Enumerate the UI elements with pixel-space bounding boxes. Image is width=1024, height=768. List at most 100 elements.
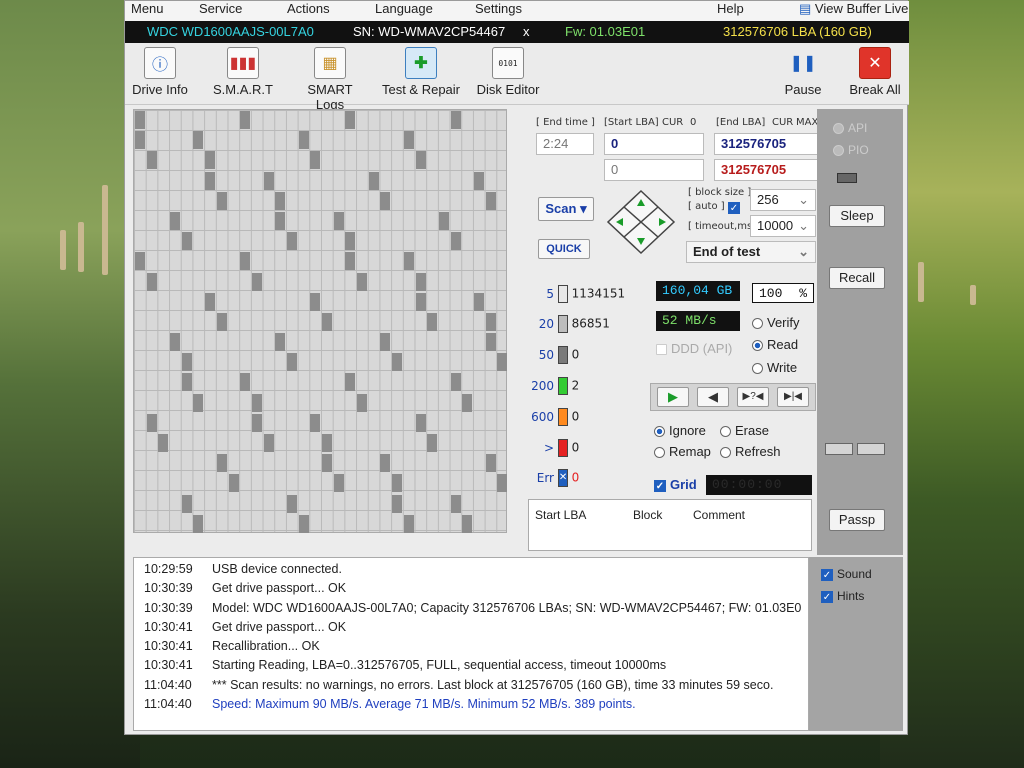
vineyard-post: [102, 185, 108, 275]
scan-map-block: [415, 292, 426, 311]
vineyard-post: [970, 285, 976, 305]
binary-editor-icon: 0101: [492, 47, 524, 79]
ddd-api-checkbox[interactable]: DDD (API): [656, 341, 732, 356]
log-options-panel: ✓ Sound ✓ Hints: [809, 557, 903, 731]
ignore-radio[interactable]: Ignore: [654, 423, 706, 438]
scan-map-block: [438, 211, 449, 230]
scan-map-block: [345, 232, 356, 251]
recall-button[interactable]: Recall: [829, 267, 885, 289]
start-lba-field-2[interactable]: 0: [604, 159, 704, 181]
scan-map-block: [205, 171, 216, 190]
chevron-down-icon: ▾: [576, 201, 587, 216]
error-icon: ✕: [557, 469, 568, 487]
scan-map-block: [345, 252, 356, 271]
start-lba-field[interactable]: 0: [604, 133, 704, 155]
end-time-field[interactable]: 2:24: [536, 133, 594, 155]
scan-map-block: [392, 353, 403, 372]
scan-controls: [ End time ] 2:24 [Start LBA] CUR 0 0 0 …: [530, 109, 820, 269]
scan-map-block: [310, 292, 321, 311]
bad-block-list[interactable]: Start LBA Block Comment: [528, 499, 812, 551]
scan-map-block: [181, 373, 192, 392]
auto-checkbox[interactable]: ✓: [728, 202, 740, 214]
ddd-checkbox-box: [656, 344, 667, 356]
seek-random-icon[interactable]: ▶?◀: [737, 387, 769, 407]
erase-radio-dot: [720, 426, 731, 438]
drive-capacity: 312576706 LBA (160 GB): [723, 24, 872, 39]
scan-map-block: [135, 131, 145, 150]
refresh-radio[interactable]: Refresh: [720, 444, 781, 459]
scan-map-block: [310, 151, 321, 170]
remap-radio-dot: [654, 447, 665, 459]
scan-map-block: [216, 312, 227, 331]
menu-language[interactable]: Language: [375, 1, 433, 16]
scan-button[interactable]: Scan ▾: [538, 197, 594, 221]
drive-info-button[interactable]: ⓘ Drive Info: [129, 47, 191, 97]
play-icon[interactable]: ▶: [657, 387, 689, 407]
read-radio[interactable]: Read: [752, 337, 798, 352]
verify-radio[interactable]: Verify: [752, 315, 800, 330]
drive-close-button[interactable]: x: [523, 24, 530, 39]
scan-map-block: [205, 292, 216, 311]
passport-button[interactable]: Passp: [829, 509, 885, 531]
skip-end-icon[interactable]: ▶|◀: [777, 387, 809, 407]
drive-model[interactable]: WDC WD1600AAJS-00L7A0: [147, 24, 314, 39]
menu-actions[interactable]: Actions: [287, 1, 330, 16]
hints-checkbox[interactable]: ✓ Hints: [821, 589, 864, 603]
direction-pad[interactable]: [606, 189, 676, 255]
start-cur-button[interactable]: CUR: [662, 117, 683, 128]
event-log[interactable]: 10:29:59 USB device connected. 10:30:39 Ge…: [133, 557, 809, 731]
disk-editor-button[interactable]: 0101 Disk Editor: [475, 47, 541, 97]
stat-bar-over: [557, 439, 568, 457]
end-lba-field[interactable]: 312576705: [714, 133, 818, 155]
scan-map-block: [240, 111, 251, 129]
end-lba-field-2[interactable]: 312576705: [714, 159, 818, 181]
block-size-select[interactable]: 256 ⌄: [750, 189, 816, 211]
scan-map-block: [298, 514, 309, 533]
scan-map-block: [357, 393, 368, 412]
scan-map-block: [193, 514, 204, 533]
scan-map-block: [322, 434, 332, 453]
auto-label: [ auto ]: [688, 201, 725, 212]
break-all-button[interactable]: ✕ Break All: [847, 47, 903, 97]
log-entry: 10:30:39 Model: WDC WD1600AAJS-00L7A0; Ca…: [144, 601, 802, 615]
left-toggle[interactable]: [825, 443, 853, 455]
menu-settings[interactable]: Settings: [475, 1, 522, 16]
end-of-test-select[interactable]: End of test ⌄: [686, 241, 816, 263]
menu-service[interactable]: Service: [199, 1, 242, 16]
smart-logs-button[interactable]: ▦ SMART Logs: [293, 47, 367, 112]
end-max-button[interactable]: MAX: [796, 117, 818, 128]
test-repair-button[interactable]: ✚ Test & Repair: [381, 47, 461, 97]
stat-bar-200: [557, 377, 568, 395]
pio-radio[interactable]: PIO: [833, 143, 869, 157]
scan-map-block: [403, 514, 414, 533]
view-buffer-live[interactable]: ▤ View Buffer Live: [799, 1, 908, 17]
end-time-label: [ End time ]: [536, 117, 595, 128]
col-start-lba: Start LBA: [535, 508, 587, 522]
right-toggle[interactable]: [857, 443, 885, 455]
scan-map-block: [286, 232, 297, 251]
write-radio[interactable]: Write: [752, 360, 797, 375]
sleep-button[interactable]: Sleep: [829, 205, 885, 227]
log-entry: 10:30:41 Recallibration... OK: [144, 639, 320, 653]
scan-map-block: [286, 494, 297, 513]
pause-button[interactable]: ❚❚ Pause: [781, 47, 825, 97]
remap-radio[interactable]: Remap: [654, 444, 711, 459]
api-radio[interactable]: API: [833, 121, 867, 135]
start-cur-value: 0: [690, 117, 697, 128]
rewind-icon[interactable]: ◀: [697, 387, 729, 407]
scan-map-block: [275, 333, 286, 352]
end-cur-button[interactable]: CUR: [772, 117, 793, 128]
stat-row-200: 200 2: [530, 377, 579, 397]
quick-button[interactable]: QUICK: [538, 239, 590, 259]
scan-map-block: [170, 333, 181, 352]
timeout-select[interactable]: 10000 ⌄: [750, 215, 816, 237]
speed-display: 52 MB/s: [656, 311, 740, 331]
erase-radio[interactable]: Erase: [720, 423, 769, 438]
sound-checkbox[interactable]: ✓ Sound: [821, 567, 872, 581]
stat-row-over: > 0: [530, 439, 579, 459]
menu-menu[interactable]: Menu: [131, 1, 164, 16]
menu-help[interactable]: Help: [717, 1, 744, 16]
smart-button[interactable]: ▮▮▮ S.M.A.R.T: [211, 47, 275, 97]
grid-checkbox[interactable]: ✓ Grid: [654, 477, 697, 492]
refresh-radio-dot: [720, 447, 731, 459]
